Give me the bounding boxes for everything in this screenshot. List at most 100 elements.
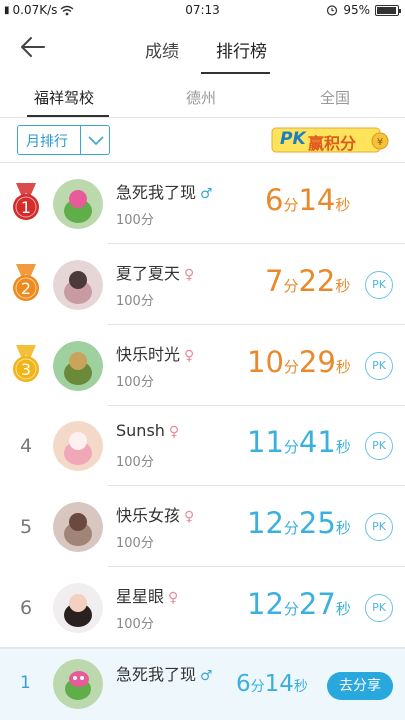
- leaderboard-row[interactable]: 3 快乐时光 ♀ 100分 10分29秒 PK: [0, 325, 405, 406]
- female-icon: ♀: [184, 267, 195, 283]
- rank-medal-icon: 1: [13, 183, 39, 220]
- rank-medal-icon: 3: [13, 345, 39, 382]
- minute-unit: 分: [283, 358, 299, 376]
- region-tab-city[interactable]: 德州: [186, 87, 216, 108]
- battery-percent: 95%: [343, 3, 370, 17]
- time-minutes: 11: [247, 425, 284, 459]
- period-filter-dropdown[interactable]: 月排行: [17, 125, 110, 155]
- leaderboard-row[interactable]: 1 急死我了现 ♂ 100分 6分14秒: [0, 163, 405, 244]
- completion-time: 7分22秒: [265, 264, 350, 298]
- time-seconds: 27: [298, 587, 336, 621]
- time-minutes: 12: [247, 587, 284, 621]
- pk-challenge-button[interactable]: PK: [365, 271, 393, 299]
- username: 快乐女孩 ♀: [116, 502, 194, 526]
- time-seconds: 41: [298, 425, 336, 459]
- user-avatar[interactable]: [53, 583, 103, 633]
- username-text: 快乐时光: [116, 345, 181, 364]
- pk-challenge-button[interactable]: PK: [365, 352, 393, 380]
- second-unit: 秒: [335, 600, 351, 618]
- divider: [0, 117, 405, 118]
- pk-challenge-button[interactable]: PK: [365, 594, 393, 622]
- username-text: 星星眼: [116, 587, 165, 606]
- username: 星星眼 ♀: [116, 583, 178, 607]
- minute-unit: 分: [250, 679, 265, 695]
- leaderboard-row[interactable]: 5 快乐女孩 ♀ 100分 12分25秒 PK: [0, 486, 405, 567]
- period-filter-label: 月排行: [26, 134, 68, 150]
- tab-scores[interactable]: 成绩: [145, 37, 179, 62]
- minute-unit: 分: [283, 277, 299, 295]
- back-arrow-icon[interactable]: [18, 34, 48, 60]
- user-score: 100分: [116, 617, 154, 632]
- completion-time: 10分29秒: [247, 345, 351, 379]
- user-score: 100分: [116, 294, 154, 309]
- rank-number: 4: [19, 435, 33, 457]
- female-icon: ♀: [184, 348, 195, 364]
- my-minutes: 6: [236, 671, 251, 697]
- pk-challenge-button[interactable]: PK: [365, 432, 393, 460]
- leaderboard-row[interactable]: 2 夏了夏天 ♀ 100分 7分22秒 PK: [0, 244, 405, 325]
- tab-leaderboard[interactable]: 排行榜: [216, 37, 267, 62]
- leaderboard-row[interactable]: 6 星星眼 ♀ 100分 12分27秒 PK: [0, 567, 405, 648]
- second-unit: 秒: [335, 519, 351, 537]
- share-button[interactable]: 去分享: [327, 672, 393, 700]
- rank-box: 4: [8, 423, 44, 467]
- user-score: 100分: [116, 455, 154, 470]
- username-text: 夏了夏天: [116, 264, 181, 283]
- second-unit: 秒: [293, 679, 308, 695]
- my-rank-number: 1: [20, 673, 31, 693]
- username-text: 快乐女孩: [116, 506, 181, 525]
- minute-unit: 分: [283, 519, 299, 537]
- completion-time: 12分27秒: [247, 587, 351, 621]
- my-username-text: 急死我了现: [116, 665, 197, 684]
- user-avatar[interactable]: [53, 502, 103, 552]
- pk-badge-text: 赢积分: [308, 134, 357, 153]
- chevron-down-icon: [88, 136, 104, 146]
- pk-earn-points-banner[interactable]: ¥ PK 赢积分: [270, 126, 394, 154]
- pk-badge-pk: PK: [280, 129, 306, 149]
- svg-text:¥: ¥: [377, 137, 383, 148]
- pk-challenge-button[interactable]: PK: [365, 513, 393, 541]
- user-avatar[interactable]: [53, 260, 103, 310]
- male-icon: ♂: [200, 668, 213, 684]
- username: 夏了夏天 ♀: [116, 260, 194, 284]
- time-seconds: 25: [298, 506, 336, 540]
- my-time: 6分14秒: [236, 671, 308, 697]
- user-avatar[interactable]: [53, 341, 103, 391]
- completion-time: 12分25秒: [247, 506, 351, 540]
- top-nav: 成绩 排行榜: [0, 22, 405, 74]
- battery-fill: [377, 6, 396, 14]
- second-unit: 秒: [335, 358, 351, 376]
- male-icon: ♂: [200, 186, 213, 202]
- username: 急死我了现 ♂: [116, 179, 213, 203]
- minute-unit: 分: [283, 438, 299, 456]
- time-minutes: 10: [247, 345, 284, 379]
- minute-unit: 分: [283, 196, 299, 214]
- user-avatar[interactable]: [53, 179, 103, 229]
- user-score: 100分: [116, 213, 154, 228]
- leaderboard-row[interactable]: 4 Sunsh ♀ 100分 11分41秒 PK: [0, 405, 405, 486]
- divider: [80, 126, 81, 154]
- battery-icon: [375, 4, 401, 16]
- second-unit: 秒: [335, 196, 351, 214]
- alarm-icon: [327, 5, 338, 16]
- my-username: 急死我了现 ♂: [116, 661, 213, 685]
- time-seconds: 14: [298, 183, 336, 217]
- user-score: 100分: [116, 375, 154, 390]
- female-icon: ♀: [184, 509, 195, 525]
- rank-box: 6: [8, 585, 44, 629]
- user-avatar[interactable]: [53, 421, 103, 471]
- active-tab-underline: [201, 72, 270, 74]
- region-tab-national[interactable]: 全国: [320, 87, 350, 108]
- time-seconds: 29: [298, 345, 336, 379]
- my-seconds: 14: [264, 671, 294, 697]
- rank-number: 1: [21, 198, 31, 217]
- second-unit: 秒: [335, 438, 351, 456]
- rank-medal-icon: 2: [13, 264, 39, 301]
- user-score: 100分: [116, 536, 154, 551]
- completion-time: 6分14秒: [265, 183, 350, 217]
- female-icon: ♀: [168, 424, 180, 440]
- username: Sunsh ♀: [116, 421, 179, 440]
- region-tab-school[interactable]: 福祥驾校: [34, 87, 94, 108]
- my-avatar[interactable]: [53, 659, 103, 709]
- rank-number: 6: [19, 597, 33, 619]
